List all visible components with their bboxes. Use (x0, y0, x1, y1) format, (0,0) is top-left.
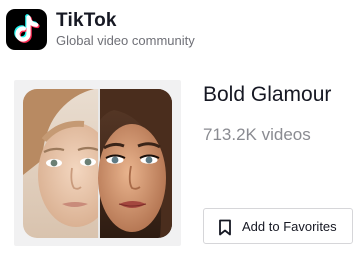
brand-title[interactable]: TikTok (56, 10, 117, 32)
add-to-favorites-button[interactable]: Add to Favorites (203, 208, 353, 244)
video-count: 713.2K videos (203, 125, 311, 144)
site-header: TikTok Global video community (0, 0, 357, 62)
effect-thumbnail-image (14, 80, 181, 246)
add-to-favorites-label: Add to Favorites (242, 219, 337, 234)
tiktok-logo-icon[interactable] (6, 9, 47, 50)
bookmark-icon (219, 219, 231, 236)
effect-name: Bold Glamour (203, 83, 332, 106)
brand-subtitle: Global video community (56, 33, 195, 48)
